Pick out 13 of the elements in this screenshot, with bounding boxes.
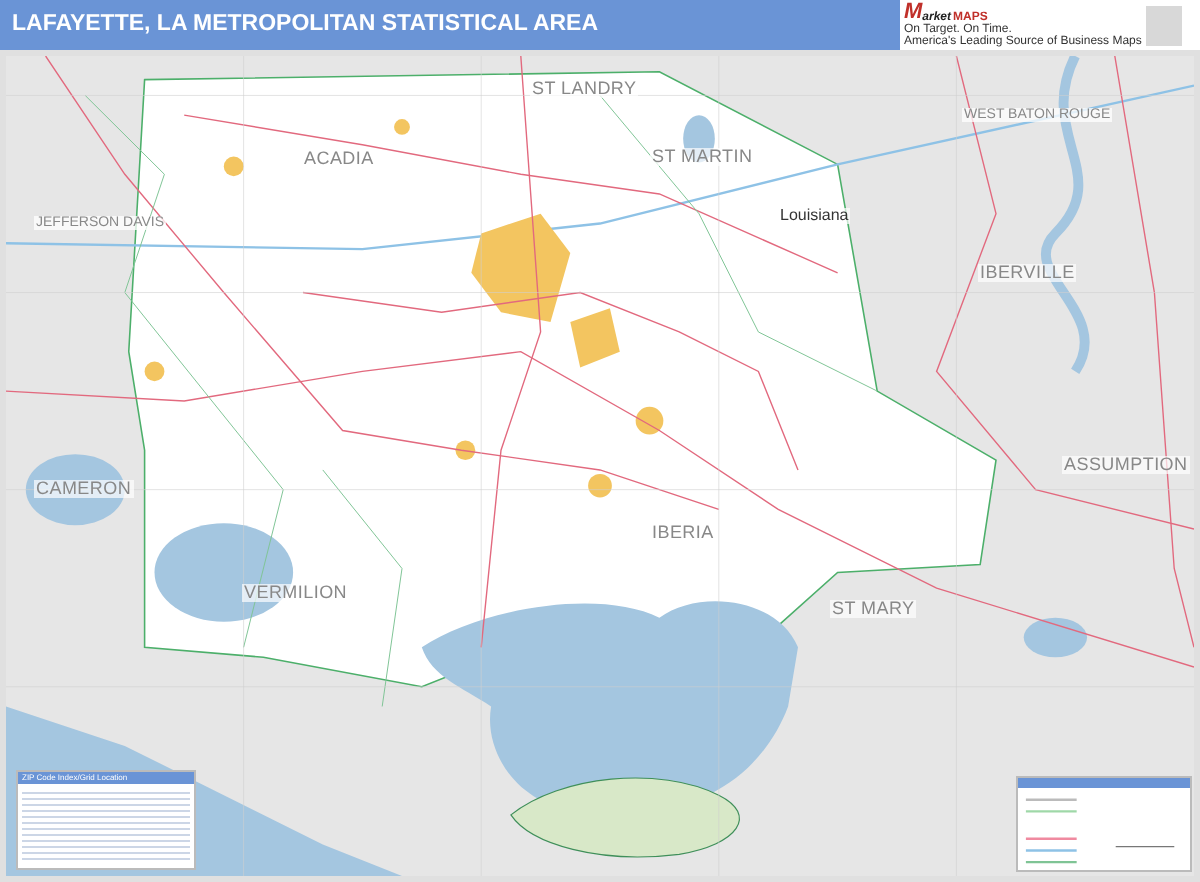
parish-label: IBERVILLE <box>978 264 1077 282</box>
parish-label: ST MARTIN <box>650 148 755 166</box>
parish-label: ST MARY <box>830 600 917 618</box>
parish-label: ACADIA <box>302 150 376 168</box>
map-title: LAFAYETTE, LA METROPOLITAN STATISTICAL AREA <box>10 9 599 40</box>
logo-initial: M <box>904 2 923 24</box>
info-block <box>1145 5 1182 45</box>
parish-label: ST LANDRY <box>530 80 639 98</box>
parish-label: CAMERON <box>34 480 134 498</box>
parish-label: ASSUMPTION <box>1062 456 1190 474</box>
state-label: Louisiana <box>778 208 851 224</box>
parish-label: VERMILION <box>242 584 350 602</box>
parish-label: IBERIA <box>650 524 716 542</box>
